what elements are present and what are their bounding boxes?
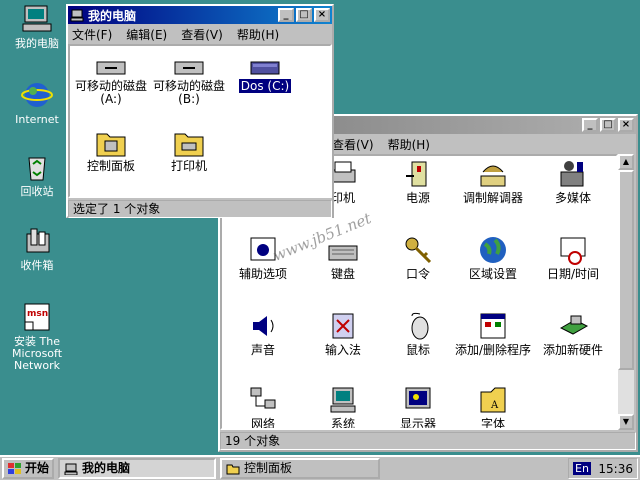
internet-explorer-icon bbox=[21, 83, 53, 107]
menu-view[interactable]: 查看(V) bbox=[332, 136, 374, 153]
my-computer-content: 可移动的磁盘 (A:) 可移动的磁盘 (B:) Dos (C:) 控制面板 打印… bbox=[68, 44, 332, 198]
menu-edit[interactable]: 编辑(E) bbox=[126, 26, 167, 43]
menu-view[interactable]: 查看(V) bbox=[181, 26, 223, 43]
cp-item-multimedia[interactable]: 多媒体 bbox=[532, 158, 614, 205]
display-icon bbox=[405, 387, 431, 409]
hard-drive-icon bbox=[250, 61, 280, 75]
maximize-button[interactable]: □ bbox=[296, 8, 312, 22]
my-computer-titlebar[interactable]: 我的电脑 _ □ × bbox=[68, 6, 332, 24]
date-time-icon bbox=[560, 237, 586, 265]
desktop-icon-internet[interactable]: Internet bbox=[2, 80, 72, 126]
my-computer-small-icon bbox=[70, 9, 84, 21]
add-remove-programs-icon bbox=[480, 313, 506, 339]
scroll-thumb[interactable] bbox=[618, 170, 634, 370]
cp-item-mouse[interactable]: 鼠标 bbox=[377, 310, 459, 357]
ime-indicator[interactable]: En bbox=[573, 462, 591, 475]
cp-item-date-time[interactable]: 日期/时间 bbox=[532, 234, 614, 281]
cp-item-add-new-hardware[interactable]: 添加新硬件 bbox=[532, 310, 614, 357]
cp-item-fonts[interactable]: A 字体 bbox=[452, 384, 534, 428]
network-icon bbox=[250, 387, 276, 409]
desktop-label: 我的电脑 bbox=[15, 37, 59, 50]
inbox-icon bbox=[26, 228, 50, 253]
recycle-bin-icon bbox=[28, 157, 46, 181]
svg-text:A: A bbox=[490, 400, 499, 411]
desktop-icon-msn-setup[interactable]: msn 安装 The Microsoft Network bbox=[2, 302, 72, 372]
my-computer-menubar: 文件(F) 编辑(E) 查看(V) 帮助(H) bbox=[68, 24, 332, 44]
drive-c[interactable]: Dos (C:) bbox=[224, 58, 306, 93]
my-computer-statusbar: 选定了 1 个对象 bbox=[68, 200, 332, 218]
desktop-label: Internet bbox=[15, 113, 59, 126]
input-method-icon bbox=[332, 313, 354, 339]
cp-item-regional-settings[interactable]: 区域设置 bbox=[452, 234, 534, 281]
svg-text:msn: msn bbox=[27, 309, 48, 319]
floppy-drive-icon bbox=[96, 61, 126, 75]
maximize-button[interactable]: □ bbox=[600, 118, 616, 132]
multimedia-icon bbox=[560, 161, 584, 187]
taskbar-button-my-computer[interactable]: 我的电脑 bbox=[58, 458, 216, 479]
my-computer-small-icon bbox=[64, 463, 78, 475]
minimize-button[interactable]: _ bbox=[582, 118, 598, 132]
clock[interactable]: 15:36 bbox=[598, 462, 633, 476]
scroll-down-button[interactable]: ▼ bbox=[618, 414, 634, 430]
system-tray: En 15:36 bbox=[568, 458, 638, 479]
cp-item-sounds[interactable]: 声音 bbox=[222, 310, 304, 357]
sounds-icon bbox=[253, 316, 274, 336]
control-panel-small-icon bbox=[226, 464, 240, 474]
fonts-icon: A bbox=[480, 387, 506, 413]
desktop-label: 收件箱 bbox=[20, 259, 54, 272]
power-icon bbox=[406, 161, 427, 187]
minimize-button[interactable]: _ bbox=[278, 8, 294, 22]
floppy-drive-icon bbox=[174, 61, 204, 75]
control-panel-folder-icon bbox=[96, 133, 126, 157]
windows-logo-icon bbox=[8, 462, 21, 474]
close-button[interactable]: × bbox=[314, 8, 330, 22]
desktop-label: 安装 The Microsoft Network bbox=[11, 335, 63, 372]
modem-icon bbox=[480, 165, 506, 187]
window-title: 我的电脑 bbox=[88, 8, 137, 23]
status-text: 19 个对象 bbox=[225, 434, 281, 448]
scroll-up-button[interactable]: ▲ bbox=[618, 154, 634, 170]
taskbar: 开始 我的电脑 控制面板 En 15:36 bbox=[0, 455, 640, 480]
mouse-icon bbox=[411, 312, 429, 340]
cp-item-display[interactable]: 显示器 bbox=[377, 384, 459, 428]
regional-settings-icon bbox=[480, 237, 506, 263]
my-computer-icon bbox=[22, 5, 52, 32]
desktop-icon-inbox[interactable]: 收件箱 bbox=[2, 226, 72, 272]
vertical-scrollbar[interactable]: ▲ ▼ bbox=[618, 154, 634, 430]
desktop-icon-recycle-bin[interactable]: 回收站 bbox=[2, 152, 72, 198]
menu-help[interactable]: 帮助(H) bbox=[237, 26, 279, 43]
system-icon bbox=[330, 387, 356, 413]
status-text: 选定了 1 个对象 bbox=[73, 202, 161, 216]
cp-item-system[interactable]: 系统 bbox=[302, 384, 384, 428]
cp-item-input-method[interactable]: 输入法 bbox=[302, 310, 384, 357]
msn-setup-icon: msn bbox=[24, 303, 50, 331]
control-panel-folder[interactable]: 控制面板 bbox=[70, 128, 152, 173]
drive-a[interactable]: 可移动的磁盘 (A:) bbox=[70, 58, 152, 106]
my-computer-window[interactable]: 我的电脑 _ □ × 文件(F) 编辑(E) 查看(V) 帮助(H) 可移动的磁… bbox=[66, 4, 334, 218]
cp-item-power[interactable]: 电源 bbox=[377, 158, 459, 205]
drive-b[interactable]: 可移动的磁盘 (B:) bbox=[148, 58, 230, 106]
start-button[interactable]: 开始 bbox=[2, 458, 54, 479]
desktop-icon-my-computer[interactable]: 我的电脑 bbox=[2, 4, 72, 50]
cp-item-modem[interactable]: 调制解调器 bbox=[452, 158, 534, 205]
desktop-label: 回收站 bbox=[20, 185, 54, 198]
add-new-hardware-icon bbox=[559, 315, 589, 335]
control-panel-statusbar: 19 个对象 bbox=[220, 432, 636, 450]
cp-item-add-remove-programs[interactable]: 添加/删除程序 bbox=[452, 310, 534, 357]
menu-help[interactable]: 帮助(H) bbox=[388, 136, 430, 153]
printers-folder-icon bbox=[174, 133, 204, 157]
close-button[interactable]: × bbox=[618, 118, 634, 132]
start-label: 开始 bbox=[25, 461, 50, 475]
cp-item-passwords[interactable]: 口令 bbox=[377, 234, 459, 281]
printers-folder[interactable]: 打印机 bbox=[148, 128, 230, 173]
taskbar-button-control-panel[interactable]: 控制面板 bbox=[220, 458, 380, 479]
passwords-icon bbox=[405, 237, 432, 264]
menu-file[interactable]: 文件(F) bbox=[72, 26, 112, 43]
cp-item-network[interactable]: 网络 bbox=[222, 384, 304, 428]
